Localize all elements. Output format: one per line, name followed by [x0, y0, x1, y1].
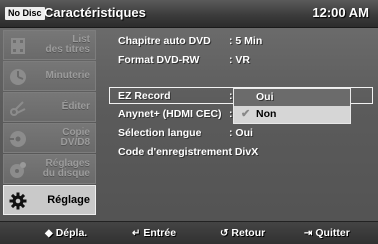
footer-enter-hint: ↵ Entrée	[132, 222, 176, 244]
setting-label: EZ Record	[118, 90, 171, 102]
disc-icon	[8, 160, 28, 180]
sidebar-item-setup[interactable]: Réglage	[3, 185, 96, 215]
title-list-icon	[8, 36, 28, 56]
footer-exit-hint: ⇥ Quitter	[304, 222, 350, 244]
setting-value: : VR	[229, 54, 250, 66]
timer-icon	[8, 67, 28, 87]
ez-record-dropdown[interactable]: Oui ✔ Non	[233, 88, 351, 124]
sidebar-item-label: Réglages du disque	[42, 158, 90, 179]
sidebar: List des titres Minuterie Éditer Copie DV/…	[3, 30, 96, 216]
sidebar-item-copy[interactable]: Copie DV/D8	[3, 123, 96, 153]
scissors-icon	[8, 98, 28, 118]
setting-value: : 5 Min	[229, 35, 263, 47]
sidebar-item-title-list[interactable]: List des titres	[3, 30, 96, 60]
gear-icon	[8, 191, 28, 211]
header-bar: No Disc Caractéristiques 12:00 AM	[0, 0, 378, 28]
page-title: Caractéristiques	[44, 5, 146, 20]
copy-icon	[8, 129, 28, 149]
sidebar-item-label: Minuterie	[45, 70, 90, 81]
footer-return-hint: ↺ Retour	[220, 222, 265, 244]
sidebar-item-timer[interactable]: Minuterie	[3, 61, 96, 91]
enter-icon: ↵	[132, 228, 141, 239]
setting-label: Anynet+ (HDMI CEC)	[118, 108, 222, 120]
dvd-setup-screen: No Disc Caractéristiques 12:00 AM List de…	[0, 0, 378, 244]
sidebar-item-label: Éditer	[61, 101, 90, 112]
sidebar-item-edit[interactable]: Éditer	[3, 92, 96, 122]
checkmark-icon: ✔	[241, 108, 251, 120]
setting-label: Format DVD-RW	[118, 54, 200, 66]
return-icon: ↺	[220, 228, 229, 239]
setting-label: Chapitre auto DVD	[118, 35, 211, 47]
setting-label: Code d'enregistrement DivX	[118, 146, 259, 158]
sidebar-item-label: Réglage	[47, 194, 90, 206]
no-disc-badge: No Disc	[5, 7, 45, 20]
exit-icon: ⇥	[304, 228, 313, 239]
footer-move-hint: ◆ Dépla.	[45, 222, 87, 244]
setting-value: : Oui	[229, 127, 253, 139]
setting-value: :	[229, 90, 233, 102]
sidebar-item-disc-settings[interactable]: Réglages du disque	[3, 154, 96, 184]
sidebar-item-label: Copie DV/D8	[60, 127, 90, 148]
clock: 12:00 AM	[312, 5, 369, 20]
option-non[interactable]: ✔ Non	[234, 106, 350, 123]
updown-arrow-icon: ◆	[45, 228, 53, 239]
footer-bar: ◆ Dépla. ↵ Entrée ↺ Retour ⇥ Quitter	[0, 221, 378, 244]
setting-value: :	[229, 108, 233, 120]
option-oui[interactable]: Oui	[234, 89, 350, 106]
sidebar-item-label: List des titres	[45, 34, 90, 55]
setting-label: Sélection langue	[118, 127, 202, 139]
